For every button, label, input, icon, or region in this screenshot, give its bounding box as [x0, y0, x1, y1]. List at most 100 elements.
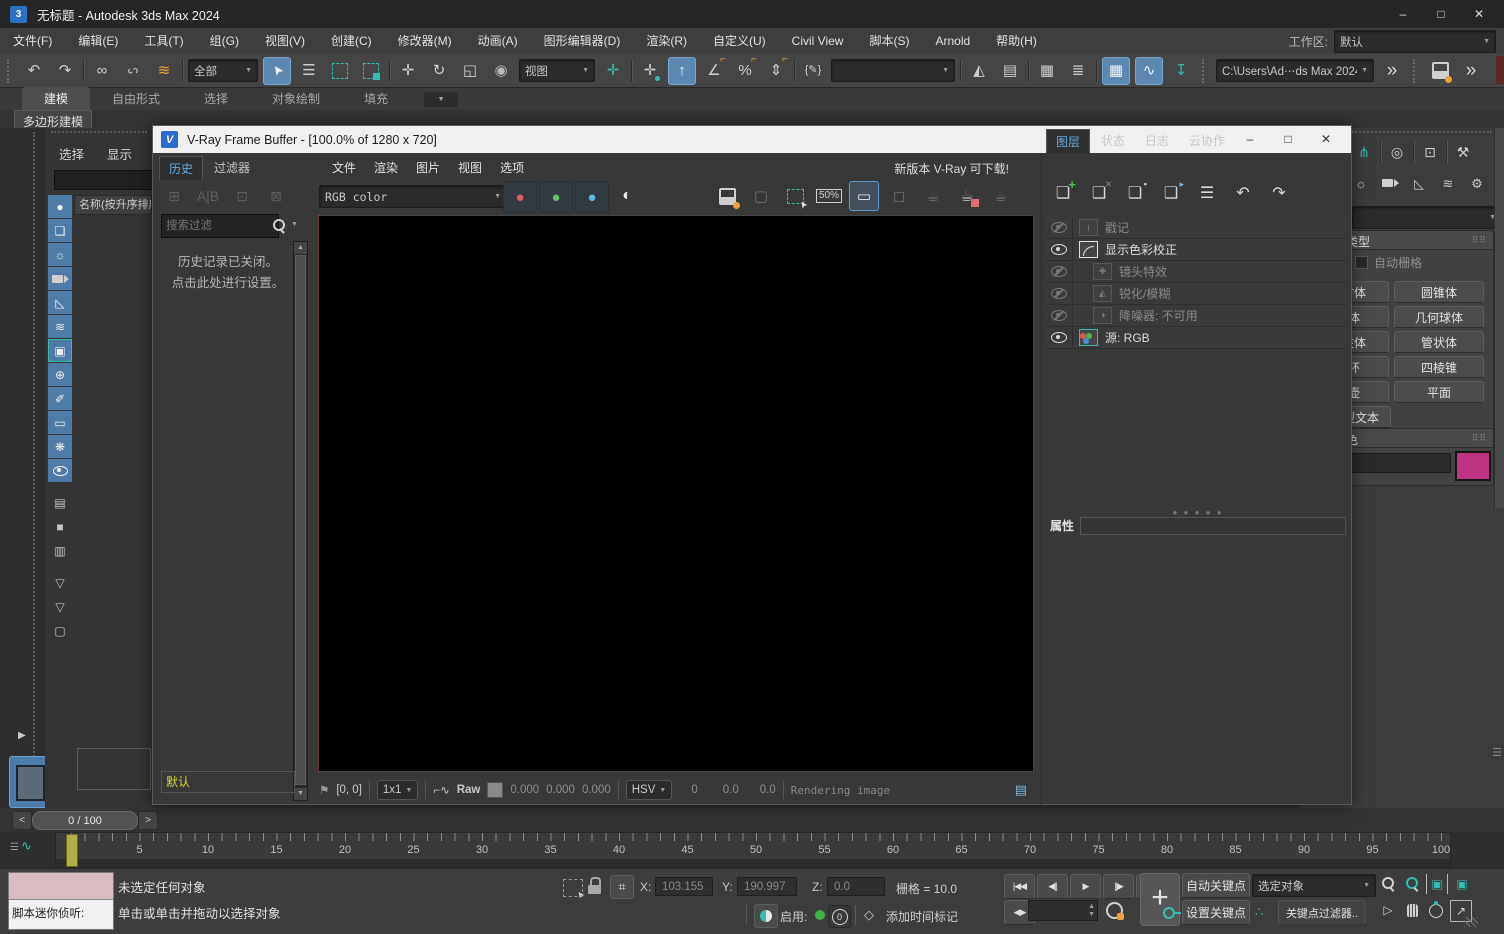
selection-filter-combo[interactable]: 全部▼	[188, 59, 258, 82]
menu-item[interactable]: Arnold	[922, 29, 983, 54]
undo-icon[interactable]: ↶	[21, 58, 47, 84]
current-frame-field[interactable]: ▲▼	[1028, 900, 1098, 921]
menu-item[interactable]: 修改器(M)	[385, 29, 465, 54]
curve-mode-icon[interactable]: ⌐∿	[433, 783, 449, 797]
time-slider[interactable]: 0 / 100	[32, 811, 138, 830]
render-icon[interactable]: ☕	[987, 182, 1015, 210]
scene-explorer-icon[interactable]: ▦	[1034, 58, 1060, 84]
visibility-off-icon[interactable]	[1051, 310, 1067, 321]
visibility-on-icon[interactable]	[1051, 332, 1067, 343]
auto-key-button[interactable]: 自动关键点	[1182, 873, 1250, 898]
vfb-menu-item[interactable]: 视图	[449, 158, 491, 178]
lights-filter-icon[interactable]: ☼	[48, 243, 72, 266]
x-coordinate-field[interactable]: 103.155	[655, 877, 713, 896]
zoom-extents-all-icon[interactable]: ▣	[1452, 874, 1472, 894]
scroll-up-icon[interactable]: ▲	[294, 242, 307, 254]
expand-arrow-icon[interactable]: ▶	[18, 730, 26, 741]
autosave-icon[interactable]	[1427, 58, 1453, 84]
log-list-icon[interactable]: ▤	[1015, 782, 1027, 798]
scrollbar-thumb[interactable]	[295, 255, 306, 785]
clear-image-icon[interactable]: ▢	[747, 182, 775, 210]
xrefs-filter-icon[interactable]: ⊕	[48, 363, 72, 386]
bind-spacewarp-icon[interactable]: ≋	[151, 58, 177, 84]
alpha-channel-icon[interactable]: ◐	[611, 181, 643, 211]
object-color-swatch[interactable]	[1455, 451, 1491, 481]
helpers-filter-icon[interactable]: ◺	[48, 291, 72, 314]
menu-item[interactable]: 渲染(R)	[633, 29, 700, 54]
primitive-button[interactable]: 四棱锥	[1394, 356, 1484, 378]
region-select-icon[interactable]	[327, 58, 353, 84]
listener-field[interactable]: 脚本迷你侦听:	[9, 900, 113, 929]
render-last-icon[interactable]: ☕	[953, 182, 981, 210]
utilities-tab-icon[interactable]: ⚒	[1451, 140, 1475, 164]
groups-filter-icon[interactable]: ▣	[48, 339, 72, 362]
ribbon-minimize-icon[interactable]: ▼	[424, 92, 458, 107]
time-configuration-icon[interactable]	[1106, 902, 1124, 920]
display-tab-icon[interactable]: ⊡	[1418, 140, 1442, 164]
mini-curve-editor-icon[interactable]: ☰∿	[10, 838, 32, 854]
menu-item[interactable]: 脚本(S)	[856, 29, 922, 54]
panel-splitter[interactable]: ● ● ● ● ●	[1042, 508, 1354, 517]
named-selection-combo[interactable]: ▼	[831, 59, 955, 82]
visibility-off-icon[interactable]	[1051, 288, 1067, 299]
menu-item[interactable]: 动画(A)	[465, 29, 531, 54]
visibility-off-icon[interactable]	[1051, 266, 1067, 277]
primitive-button[interactable]: 几何球体	[1394, 306, 1484, 328]
menu-item[interactable]: Civil View	[779, 29, 857, 54]
select-by-name-icon[interactable]: ☰	[296, 58, 322, 84]
history-save-icon[interactable]: ⊞	[161, 183, 187, 209]
edit-named-sets-icon[interactable]: {✎}	[800, 58, 826, 84]
spacewarps-category-icon[interactable]: ≋	[1437, 172, 1459, 194]
menu-item[interactable]: 创建(C)	[318, 29, 385, 54]
vfb-channel-combo[interactable]: RGB color ▼	[319, 185, 507, 208]
ribbon-tab[interactable]: 选择	[182, 87, 250, 110]
vfb-maximize-button[interactable]: □	[1269, 127, 1307, 151]
selection-set-combo[interactable]: 选定对象 ▼	[1252, 874, 1376, 897]
zoom-icon[interactable]	[1378, 874, 1398, 894]
stereo-icon[interactable]: ◻	[885, 182, 913, 210]
redo-icon[interactable]: ↷	[52, 58, 78, 84]
resize-grip[interactable]	[1464, 917, 1478, 927]
undo-layers-icon[interactable]: ↶	[1230, 181, 1256, 207]
absolute-mode-button[interactable]: ⌗	[610, 875, 634, 899]
filter-config-icon[interactable]: ▽	[48, 571, 72, 594]
zoom-extents-icon[interactable]: ▣	[1426, 874, 1448, 894]
save-image-icon[interactable]	[713, 182, 741, 210]
vfb-history-message[interactable]: 历史记录已关闭。 点击此处进行设置。	[153, 252, 303, 294]
history-ab-compare-icon[interactable]: A|B	[195, 183, 221, 209]
go-to-start-button[interactable]: |◀◀	[1004, 874, 1035, 899]
select-link-icon[interactable]: ∞	[89, 58, 115, 84]
auto-grid-checkbox[interactable]	[1355, 256, 1368, 269]
maxscript-mini-listener[interactable]: 脚本迷你侦听:	[8, 872, 114, 930]
adaptive-degradation-button[interactable]	[754, 904, 778, 928]
track-bar-ruler[interactable]: 0510152025303540455055606570758085909510…	[55, 832, 1451, 868]
cameras-category-icon[interactable]	[1379, 172, 1401, 194]
next-frame-arrow[interactable]: >	[138, 811, 158, 830]
orbit-icon[interactable]	[1426, 900, 1446, 920]
menu-item[interactable]: 视图(V)	[252, 29, 318, 54]
key-filters-button[interactable]: 关键点过滤器..	[1278, 900, 1366, 925]
history-remove-icon[interactable]: ⊠	[263, 183, 289, 209]
spacewarps-filter-icon[interactable]: ≋	[48, 315, 72, 338]
vfb-right-tab[interactable]: 图层	[1046, 129, 1090, 153]
vfb-layer-row[interactable]: i戳记	[1046, 217, 1347, 239]
vfb-update-notice[interactable]: 新版本 V-Ray 可下载!	[894, 160, 1009, 177]
vfb-menu-item[interactable]: 文件	[323, 158, 365, 178]
container-tool-icon[interactable]: ▢	[48, 619, 72, 642]
scale-icon[interactable]: ◱	[457, 58, 483, 84]
toolbar-overflow2-icon[interactable]: »	[1458, 58, 1484, 84]
primitive-button[interactable]: 圆锥体	[1394, 281, 1484, 303]
ref-coord-combo[interactable]: 视图▼	[519, 59, 595, 82]
spinner-icon[interactable]: ▲▼	[1088, 903, 1095, 919]
visibility-off-icon[interactable]	[1051, 222, 1067, 233]
hidden-filter-icon[interactable]	[48, 459, 72, 482]
workspace-combo[interactable]: 默认 ▼	[1334, 30, 1496, 53]
bones-filter-icon[interactable]: ✐	[48, 387, 72, 410]
region-render-icon[interactable]	[781, 182, 809, 210]
align-icon[interactable]: ▤	[997, 58, 1023, 84]
geometry-filter-icon[interactable]: ●	[48, 195, 72, 218]
macro-recorder-field[interactable]	[9, 873, 113, 900]
close-button[interactable]: ✕	[1460, 2, 1498, 26]
vfb-close-button[interactable]: ✕	[1307, 127, 1345, 151]
explorer-menu-select[interactable]: 选择	[59, 144, 84, 163]
